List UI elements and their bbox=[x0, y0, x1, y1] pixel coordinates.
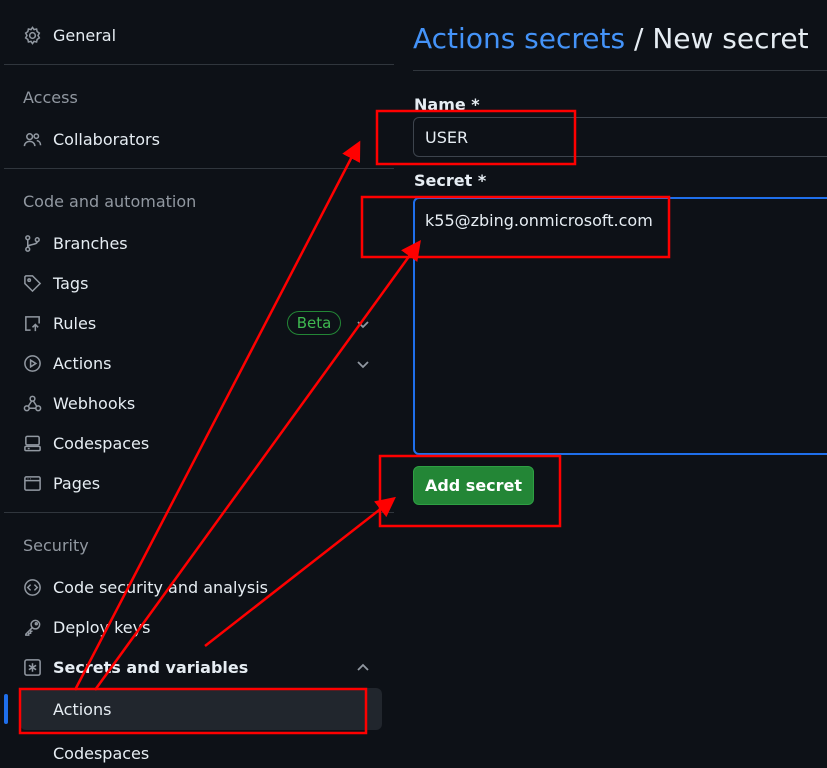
codespaces-icon bbox=[22, 433, 42, 453]
sidebar-item-rules[interactable]: Rules bbox=[22, 308, 96, 338]
webhook-icon bbox=[22, 393, 42, 413]
breadcrumb-link[interactable]: Actions secrets bbox=[413, 22, 625, 55]
sidebar-subitem-actions[interactable]: Actions bbox=[20, 688, 382, 730]
sidebar-item-webhooks[interactable]: Webhooks bbox=[22, 388, 135, 418]
sidebar-item-label: Secrets and variables bbox=[53, 657, 249, 677]
settings-sidebar: General Access Collaborators Code and au… bbox=[0, 0, 395, 763]
sidebar-item-code-security[interactable]: Code security and analysis bbox=[22, 572, 268, 602]
sidebar-item-label: General bbox=[53, 25, 117, 45]
breadcrumb-separator: / bbox=[625, 22, 653, 55]
name-input-value: USER bbox=[425, 127, 469, 147]
key-icon bbox=[22, 617, 42, 637]
section-heading-code-automation: Code and automation bbox=[23, 192, 197, 211]
sidebar-item-secrets-variables[interactable]: Secrets and variables bbox=[22, 652, 248, 682]
sidebar-item-pages[interactable]: Pages bbox=[22, 468, 100, 498]
page-title-current: New secret bbox=[652, 22, 809, 55]
sidebar-item-collaborators[interactable]: Collaborators bbox=[22, 124, 160, 154]
sidebar-item-tags[interactable]: Tags bbox=[22, 268, 88, 298]
sidebar-item-deploy-keys[interactable]: Deploy keys bbox=[22, 612, 150, 642]
name-input[interactable]: USER bbox=[413, 117, 827, 157]
chevron-down-icon[interactable] bbox=[356, 316, 370, 330]
secret-textarea[interactable]: k55@zbing.onmicrosoft.com bbox=[413, 197, 827, 455]
sidebar-subitem-label: Actions bbox=[53, 699, 112, 719]
main-content: Actions secrets / New secret Name * USER… bbox=[395, 0, 827, 758]
people-icon bbox=[22, 129, 42, 149]
branch-icon bbox=[22, 233, 42, 253]
asterisk-icon bbox=[22, 657, 42, 677]
sidebar-item-label: Deploy keys bbox=[53, 617, 151, 637]
add-secret-button[interactable]: Add secret bbox=[413, 466, 534, 505]
divider bbox=[413, 70, 827, 71]
sidebar-item-branches[interactable]: Branches bbox=[22, 228, 128, 258]
sidebar-subitem-label: Codespaces bbox=[53, 743, 150, 763]
secret-label: Secret * bbox=[414, 171, 487, 190]
browser-icon bbox=[22, 473, 42, 493]
sidebar-item-label: Actions bbox=[53, 353, 112, 373]
section-heading-security: Security bbox=[23, 536, 89, 555]
play-icon bbox=[22, 353, 42, 373]
active-indicator bbox=[4, 694, 8, 724]
tag-icon bbox=[22, 273, 42, 293]
page-title: Actions secrets / New secret bbox=[413, 22, 809, 55]
sidebar-item-actions[interactable]: Actions bbox=[22, 348, 111, 378]
sidebar-item-label: Webhooks bbox=[53, 393, 136, 413]
sidebar-item-label: Code security and analysis bbox=[53, 577, 268, 597]
sidebar-item-label: Codespaces bbox=[53, 433, 150, 453]
divider bbox=[4, 64, 394, 65]
rules-icon bbox=[22, 313, 42, 333]
divider bbox=[4, 512, 394, 513]
sidebar-item-label: Tags bbox=[53, 273, 89, 293]
sidebar-subitem-codespaces[interactable]: Codespaces bbox=[53, 738, 149, 768]
chevron-up-icon[interactable] bbox=[356, 660, 370, 674]
sidebar-item-general[interactable]: General bbox=[22, 20, 116, 50]
sidebar-item-label: Rules bbox=[53, 313, 97, 333]
divider bbox=[4, 168, 394, 169]
section-heading-access: Access bbox=[23, 88, 78, 107]
sidebar-item-label: Pages bbox=[53, 473, 101, 493]
beta-badge: Beta bbox=[287, 311, 341, 335]
gear-icon bbox=[22, 25, 42, 45]
secret-textarea-value: k55@zbing.onmicrosoft.com bbox=[425, 211, 653, 230]
sidebar-item-codespaces[interactable]: Codespaces bbox=[22, 428, 149, 458]
sidebar-item-label: Collaborators bbox=[53, 129, 160, 149]
codescan-icon bbox=[22, 577, 42, 597]
name-label: Name * bbox=[414, 95, 480, 114]
sidebar-item-label: Branches bbox=[53, 233, 128, 253]
chevron-down-icon[interactable] bbox=[356, 356, 370, 370]
